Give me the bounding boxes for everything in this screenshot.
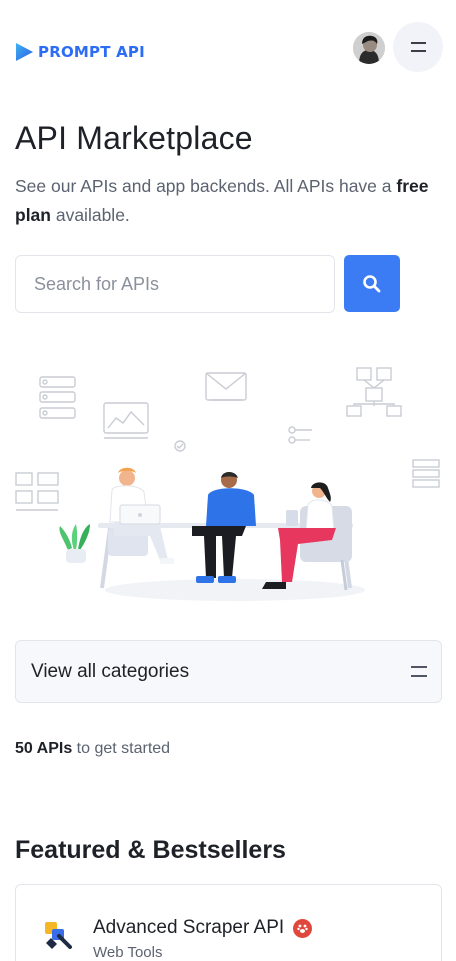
logo[interactable]: PROMPT API (15, 42, 145, 62)
api-count-number: 50 APIs (15, 740, 73, 757)
play-triangle-icon (16, 43, 33, 61)
search-button[interactable] (344, 255, 400, 312)
logo-text: PROMPT API (38, 43, 145, 61)
header: PROMPT API (0, 0, 456, 100)
view-all-categories-button[interactable]: View all categories (15, 640, 442, 703)
search-icon (363, 274, 381, 292)
page-title: API Marketplace (15, 120, 253, 156)
categories-label: View all categories (31, 660, 190, 682)
subtitle-text-end: available. (50, 205, 130, 225)
team-meeting-illustration (15, 367, 440, 601)
page-subtitle: See our APIs and app backends. All APIs … (15, 172, 435, 230)
search-input[interactable] (15, 255, 335, 313)
api-card-category: Web Tools (93, 944, 163, 961)
api-count-suffix: to get started (72, 740, 171, 757)
featured-title: Featured & Bestsellers (15, 836, 286, 864)
api-card-title: Advanced Scraper API (93, 917, 313, 939)
hamburger-menu-icon (411, 666, 427, 677)
paw-badge-icon (293, 918, 313, 938)
api-card-name: Advanced Scraper API (93, 917, 285, 938)
menu-button[interactable] (393, 22, 443, 72)
scraper-brush-icon (45, 922, 72, 949)
api-card[interactable]: Advanced Scraper API Web Tools (15, 884, 442, 961)
api-count: 50 APIs to get started (15, 740, 170, 758)
hamburger-menu-icon (410, 42, 426, 52)
subtitle-text: See our APIs and app backends. All APIs … (15, 176, 397, 196)
avatar[interactable] (353, 32, 385, 64)
